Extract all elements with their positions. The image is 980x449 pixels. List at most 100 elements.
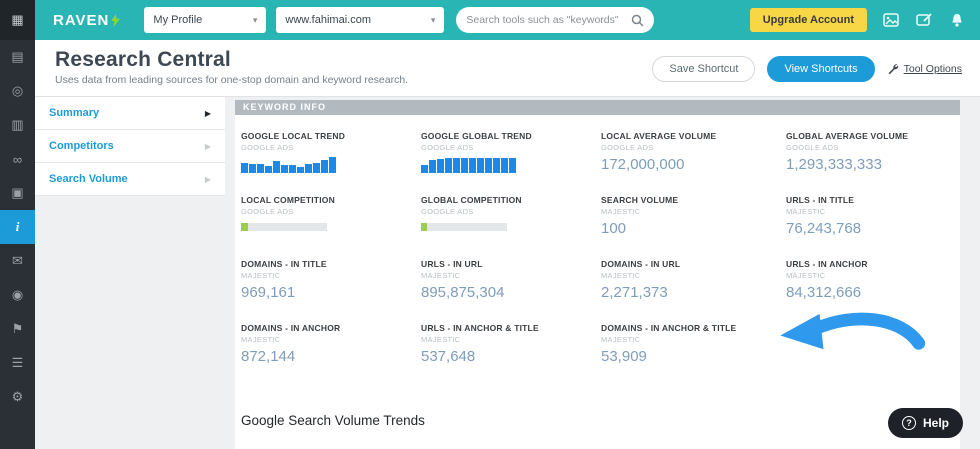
- subnav-item-competitors[interactable]: Competitors▶: [35, 130, 225, 163]
- metric-value: 895,875,304: [421, 284, 601, 301]
- metric-value: 969,161: [241, 284, 421, 301]
- chevron-down-icon: ▾: [253, 15, 258, 26]
- keyword-info-panel: KEYWORD INFO GOOGLE LOCAL TRENDGOOGLE AD…: [235, 100, 960, 449]
- metric-source: GOOGLE ADS: [786, 143, 954, 152]
- local-listings-icon[interactable]: ◉: [0, 278, 35, 312]
- trend-bar: [289, 165, 296, 173]
- metric-label: LOCAL AVERAGE VOLUME: [601, 131, 786, 141]
- subnav-item-summary[interactable]: Summary ▶: [35, 97, 225, 130]
- metric-value: 537,648: [421, 348, 601, 365]
- trend-bar-chart: [421, 157, 517, 173]
- trend-bar: [249, 164, 256, 173]
- subnav-label: Search Volume: [49, 173, 128, 185]
- metric-source: GOOGLE ADS: [241, 143, 421, 152]
- settings-icon[interactable]: ⚙: [0, 380, 35, 414]
- metric-label: GLOBAL AVERAGE VOLUME: [786, 131, 954, 141]
- metric-cell: URLS - IN TITLEMAJESTIC76,243,768: [786, 193, 954, 257]
- content-icon[interactable]: ✉: [0, 244, 35, 278]
- links-icon[interactable]: ∞: [0, 142, 35, 176]
- trend-bar: [265, 166, 272, 173]
- metrics-grid: GOOGLE LOCAL TRENDGOOGLE ADSGOOGLE GLOBA…: [235, 115, 960, 385]
- subnav-label: Summary: [49, 107, 99, 119]
- section-title-bar: KEYWORD INFO: [235, 100, 960, 115]
- metric-source: GOOGLE ADS: [421, 207, 601, 216]
- trend-bar: [313, 163, 320, 173]
- media-icon[interactable]: [882, 11, 900, 29]
- tool-options-label: Tool Options: [904, 63, 962, 75]
- site-auditor-icon[interactable]: ◎: [0, 74, 35, 108]
- trend-bar: [437, 159, 444, 173]
- metric-cell: DOMAINS - IN ANCHORMAJESTIC872,144: [241, 321, 421, 385]
- raven-logo-text: RAVEN: [53, 12, 109, 29]
- profile-select[interactable]: My Profile ▾: [144, 7, 266, 33]
- lightning-icon: [111, 14, 120, 27]
- metric-source: MAJESTIC: [241, 335, 421, 344]
- topbar-right: Upgrade Account: [750, 8, 966, 32]
- metric-value: 53,909: [601, 348, 786, 365]
- metric-cell: URLS - IN ANCHOR & TITLEMAJESTIC537,648: [421, 321, 601, 385]
- trend-bar: [477, 158, 484, 173]
- trends-section-heading: Google Search Volume Trends: [241, 413, 960, 428]
- trend-bar: [297, 167, 304, 173]
- trend-bar: [281, 165, 288, 173]
- trend-bar: [273, 161, 280, 173]
- metric-source: GOOGLE ADS: [241, 207, 421, 216]
- metric-cell: GOOGLE GLOBAL TREND GOOGLE ADS: [421, 129, 601, 193]
- portfolio-icon[interactable]: ▣: [0, 176, 35, 210]
- research-central-icon[interactable]: i: [0, 210, 35, 244]
- trend-bar: [469, 158, 476, 173]
- raven-logo: RAVEN: [53, 12, 120, 29]
- metric-label: DOMAINS - IN TITLE: [241, 259, 421, 269]
- metric-value: 76,243,768: [786, 220, 954, 237]
- metric-source: GOOGLE ADS: [421, 143, 601, 152]
- campaigns-icon[interactable]: ⚑: [0, 312, 35, 346]
- metric-value: 872,144: [241, 348, 421, 365]
- help-button[interactable]: ? Help: [888, 408, 963, 438]
- trend-bar: [257, 164, 264, 173]
- caret-right-icon: ▶: [205, 175, 211, 184]
- view-shortcuts-button[interactable]: View Shortcuts: [767, 56, 874, 82]
- tool-options-link[interactable]: Tool Options: [887, 63, 962, 75]
- metric-label: SEARCH VOLUME: [601, 195, 786, 205]
- metric-label: GOOGLE GLOBAL TREND: [421, 131, 601, 141]
- upgrade-account-button[interactable]: Upgrade Account: [750, 8, 867, 32]
- metric-cell: GLOBAL COMPETITIONGOOGLE ADS: [421, 193, 601, 257]
- trend-bar: [461, 158, 468, 173]
- tool-search[interactable]: [456, 7, 654, 33]
- save-shortcut-button[interactable]: Save Shortcut: [652, 56, 755, 82]
- dashboard-icon[interactable]: ▦: [0, 0, 35, 40]
- metric-label: GOOGLE LOCAL TREND: [241, 131, 421, 141]
- metric-value: 172,000,000: [601, 156, 786, 173]
- reports-icon[interactable]: ▤: [0, 40, 35, 74]
- metric-label: DOMAINS - IN URL: [601, 259, 786, 269]
- caret-right-icon: ▶: [205, 109, 211, 118]
- metric-value: 100: [601, 220, 786, 237]
- metric-label: URLS - IN URL: [421, 259, 601, 269]
- competition-progress-fill: [421, 223, 427, 231]
- rankings-icon[interactable]: ▥: [0, 108, 35, 142]
- trend-bar: [445, 158, 452, 173]
- trend-bar-chart: [241, 157, 337, 173]
- metric-cell: SEARCH VOLUMEMAJESTIC100: [601, 193, 786, 257]
- compose-icon[interactable]: [915, 11, 933, 29]
- trend-bar: [321, 160, 328, 173]
- wrench-icon: [887, 63, 899, 75]
- notifications-bell-icon[interactable]: [948, 11, 966, 29]
- metric-source: GOOGLE ADS: [601, 143, 786, 152]
- subnav-item-search-volume[interactable]: Search Volume ▶: [35, 163, 225, 196]
- metric-source: MAJESTIC: [786, 207, 954, 216]
- metric-cell: GLOBAL AVERAGE VOLUMEGOOGLE ADS1,293,333…: [786, 129, 954, 193]
- metric-source: MAJESTIC: [601, 271, 786, 280]
- trend-bar: [453, 158, 460, 173]
- tool-search-input[interactable]: [466, 14, 631, 26]
- metric-cell: DOMAINS - IN TITLEMAJESTIC969,161: [241, 257, 421, 321]
- profile-select-value: My Profile: [153, 14, 202, 26]
- tasks-icon[interactable]: ☰: [0, 346, 35, 380]
- competition-progress-track: [241, 223, 327, 231]
- trend-bar: [493, 158, 500, 173]
- metric-cell: URLS - IN URLMAJESTIC895,875,304: [421, 257, 601, 321]
- domain-select[interactable]: www.fahimai.com ▾: [276, 7, 444, 33]
- metric-source: MAJESTIC: [421, 335, 601, 344]
- metric-cell: DOMAINS - IN URLMAJESTIC2,271,373: [601, 257, 786, 321]
- metric-label: LOCAL COMPETITION: [241, 195, 421, 205]
